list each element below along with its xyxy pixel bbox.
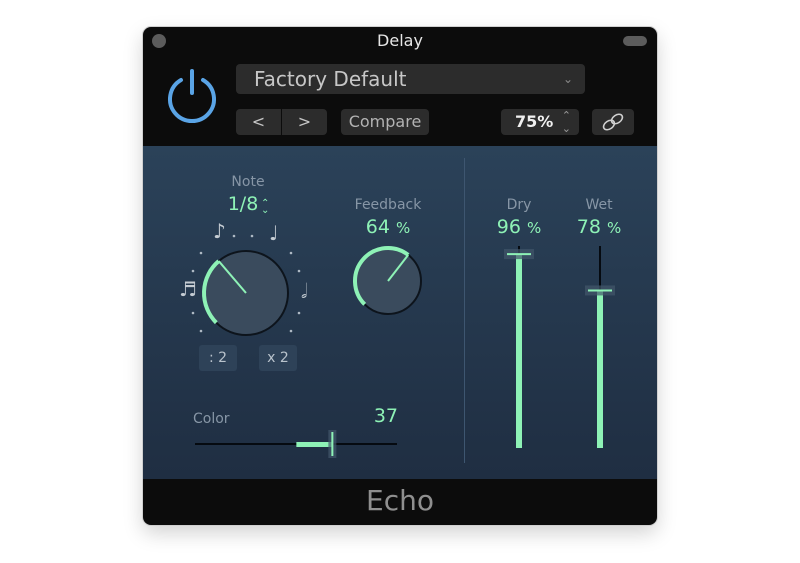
preset-label: Factory Default [254, 67, 407, 91]
feedback-label: Feedback [354, 197, 422, 213]
sixteenth-note-icon: ♬ [179, 277, 197, 301]
feedback-number: 64 [365, 216, 390, 238]
half-note-icon: 𝅗𝅥 [301, 279, 307, 303]
window-title: Delay [377, 31, 423, 50]
dry-fader[interactable] [499, 246, 539, 450]
divider [464, 158, 465, 463]
previous-preset-button[interactable]: < [236, 109, 281, 135]
wet-unit: % [606, 219, 622, 237]
minimize-button[interactable] [623, 36, 647, 46]
compare-button[interactable]: Compare [341, 109, 429, 135]
note-stepper-icon[interactable]: ⌃ ⌄ [261, 199, 269, 216]
wet-number: 78 [576, 216, 601, 238]
wet-value[interactable]: 78 % [564, 216, 634, 238]
preset-dropdown[interactable]: Factory Default ⌄ [236, 64, 585, 94]
stepper-arrows-icon: ⌃ ⌄ [561, 109, 571, 135]
plugin-window: Delay Factory Default ⌄ < > Compare 75% … [143, 27, 657, 525]
dry-unit: % [526, 219, 542, 237]
note-label: Note [231, 174, 265, 190]
zoom-value: 75% [515, 112, 554, 131]
double-note-button[interactable]: x 2 [259, 345, 297, 371]
plugin-name: Echo [366, 484, 434, 517]
dry-label: Dry [506, 197, 532, 213]
zoom-stepper[interactable]: 75% ⌃ ⌄ [501, 109, 579, 135]
color-slider[interactable] [195, 430, 397, 460]
feedback-value[interactable]: 64 % [343, 216, 433, 238]
eighth-note-icon: ♪ [213, 219, 226, 243]
note-knob[interactable]: ♪ ♩ ♬ 𝅗𝅥 [173, 218, 323, 348]
quarter-note-icon: ♩ [269, 221, 278, 245]
link-icon [602, 113, 624, 131]
link-button[interactable] [592, 109, 634, 135]
halve-note-button[interactable]: : 2 [199, 345, 237, 371]
chevron-down-icon: ⌄ [562, 72, 573, 86]
feedback-unit: % [395, 219, 411, 237]
controls-panel: Note 1/8 ⌃⌄ ♪ ♩ ♬ 𝅗𝅥 : 2 x 2 Feedback 64 [143, 146, 657, 479]
next-preset-button[interactable]: > [282, 109, 327, 135]
dry-number: 96 [496, 216, 521, 238]
feedback-knob[interactable] [348, 241, 428, 321]
color-label: Color [193, 411, 230, 427]
dry-value[interactable]: 96 % [484, 216, 554, 238]
wet-label: Wet [585, 197, 613, 213]
wet-fader[interactable] [580, 246, 620, 450]
color-value[interactable]: 37 [368, 405, 398, 427]
power-icon[interactable] [165, 68, 219, 124]
